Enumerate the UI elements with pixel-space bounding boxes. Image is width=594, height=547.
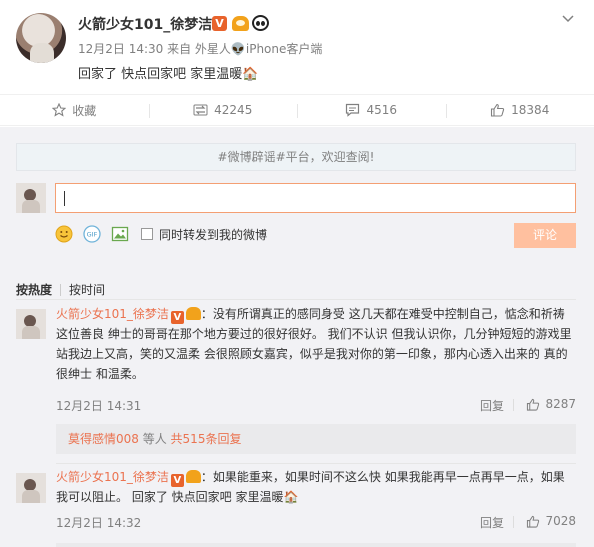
- sub-reply-user[interactable]: 莫得感情008: [68, 432, 139, 446]
- sort-divider: [60, 283, 62, 296]
- tab-sort-hot[interactable]: 按热度: [16, 281, 52, 298]
- post-meta: 12月2日 14:30 来自 外星人👽iPhone客户端: [78, 42, 323, 56]
- panda-icon: [252, 15, 269, 31]
- divider: [16, 299, 576, 300]
- composer-toolbar: GIF 同时转发到我的微博: [55, 222, 267, 246]
- repost-checkbox-label[interactable]: 同时转发到我的微博: [159, 226, 267, 243]
- action-bar: 收藏 42245 4516 18384: [0, 94, 594, 126]
- comment-text: 火箭少女101_徐梦洁 V ：没有所谓真正的感同身受 这几天都在难受中控制自己，惦念…: [56, 304, 576, 384]
- weibo-post: 火箭少女101_徐梦洁 V 12月2日 14:30 来自 外星人👽iPhone客…: [0, 0, 594, 94]
- like-count: 18384: [511, 103, 550, 117]
- sort-tabs: 按热度 按时间: [16, 281, 105, 298]
- repost-count: 42245: [214, 103, 253, 117]
- next-replies-bar: [56, 543, 576, 547]
- comment-footer: 12月2日 14:31 回复 8287: [56, 397, 576, 413]
- comment-icon: [346, 103, 360, 117]
- comment-like-count: 7028: [545, 514, 576, 528]
- verified-icon: V: [170, 311, 184, 324]
- text-caret: [64, 191, 65, 206]
- comment-button[interactable]: 4516: [297, 95, 446, 125]
- comment-username[interactable]: 火箭少女101_徐梦洁: [56, 307, 169, 321]
- favorite-label: 收藏: [72, 103, 97, 118]
- commenter-avatar[interactable]: [16, 473, 46, 503]
- favorite-button[interactable]: 收藏: [0, 95, 149, 125]
- tab-sort-time[interactable]: 按时间: [69, 281, 105, 298]
- comment-time: 12月2日 14:31: [56, 399, 142, 413]
- commenter-avatar[interactable]: [16, 309, 46, 339]
- comment-input[interactable]: [55, 183, 576, 213]
- comment-count: 4516: [366, 103, 398, 117]
- my-avatar[interactable]: [16, 183, 46, 213]
- comment-footer: 12月2日 14:32 回复 7028: [56, 514, 576, 530]
- comment-like-button[interactable]: 7028: [526, 514, 576, 528]
- repost-button[interactable]: 42245: [148, 95, 298, 125]
- author-avatar[interactable]: [16, 13, 66, 63]
- notice-text: 平台，欢迎查阅!: [286, 150, 375, 164]
- comment-like-count: 8287: [545, 397, 576, 411]
- thumbs-up-icon: [527, 398, 540, 411]
- reply-button[interactable]: 回复: [480, 514, 504, 531]
- thumbs-up-icon: [491, 103, 505, 117]
- vip-crown-icon: [185, 307, 201, 320]
- chevron-down-icon[interactable]: [561, 12, 575, 26]
- verified-icon: V: [170, 474, 184, 487]
- repost-icon: [193, 104, 208, 116]
- comment-time: 12月2日 14:32: [56, 516, 142, 530]
- sub-replies-summary[interactable]: 莫得感情008 等人 共515条回复: [56, 424, 576, 454]
- vip-crown-icon: [232, 16, 249, 31]
- view-all-replies-link[interactable]: 共515条回复: [171, 432, 242, 446]
- footer-divider: [513, 516, 514, 528]
- vip-crown-icon: [185, 470, 201, 483]
- comment-text: 火箭少女101_徐梦洁 V ：如果能重来，如果时间不这么快 如果我能再早一点再早一点…: [56, 467, 576, 507]
- rumor-notice-banner[interactable]: #微博辟谣#平台，欢迎查阅!: [16, 143, 576, 171]
- thumbs-up-icon: [527, 515, 540, 528]
- star-icon: [52, 103, 67, 117]
- comment-username[interactable]: 火箭少女101_徐梦洁: [56, 470, 169, 484]
- reply-button[interactable]: 回复: [480, 397, 504, 414]
- notice-rest: 平台，欢迎查阅!: [285, 150, 375, 164]
- like-button[interactable]: 18384: [445, 95, 594, 125]
- footer-divider: [513, 399, 514, 411]
- svg-text:GIF: GIF: [87, 231, 98, 239]
- gif-icon[interactable]: GIF: [83, 225, 101, 243]
- repost-checkbox[interactable]: [141, 228, 153, 240]
- notice-hashtag[interactable]: #微博辟谣#: [218, 150, 286, 164]
- sub-reply-mid: 等人: [138, 432, 171, 446]
- image-icon[interactable]: [111, 225, 129, 243]
- author-name[interactable]: 火箭少女101_徐梦洁: [78, 14, 212, 34]
- comment-like-button[interactable]: 8287: [526, 397, 576, 411]
- verified-icon: V: [212, 16, 227, 31]
- post-text: 回家了 快点回家吧 家里温暖🏠: [78, 67, 259, 82]
- comment-section: #微博辟谣#平台，欢迎查阅! GIF 同时转发到我的微博 评论 按热度 按时间 …: [0, 127, 594, 547]
- emoji-icon[interactable]: [55, 225, 73, 243]
- submit-comment-button[interactable]: 评论: [514, 223, 576, 248]
- comment-divider: [56, 463, 576, 464]
